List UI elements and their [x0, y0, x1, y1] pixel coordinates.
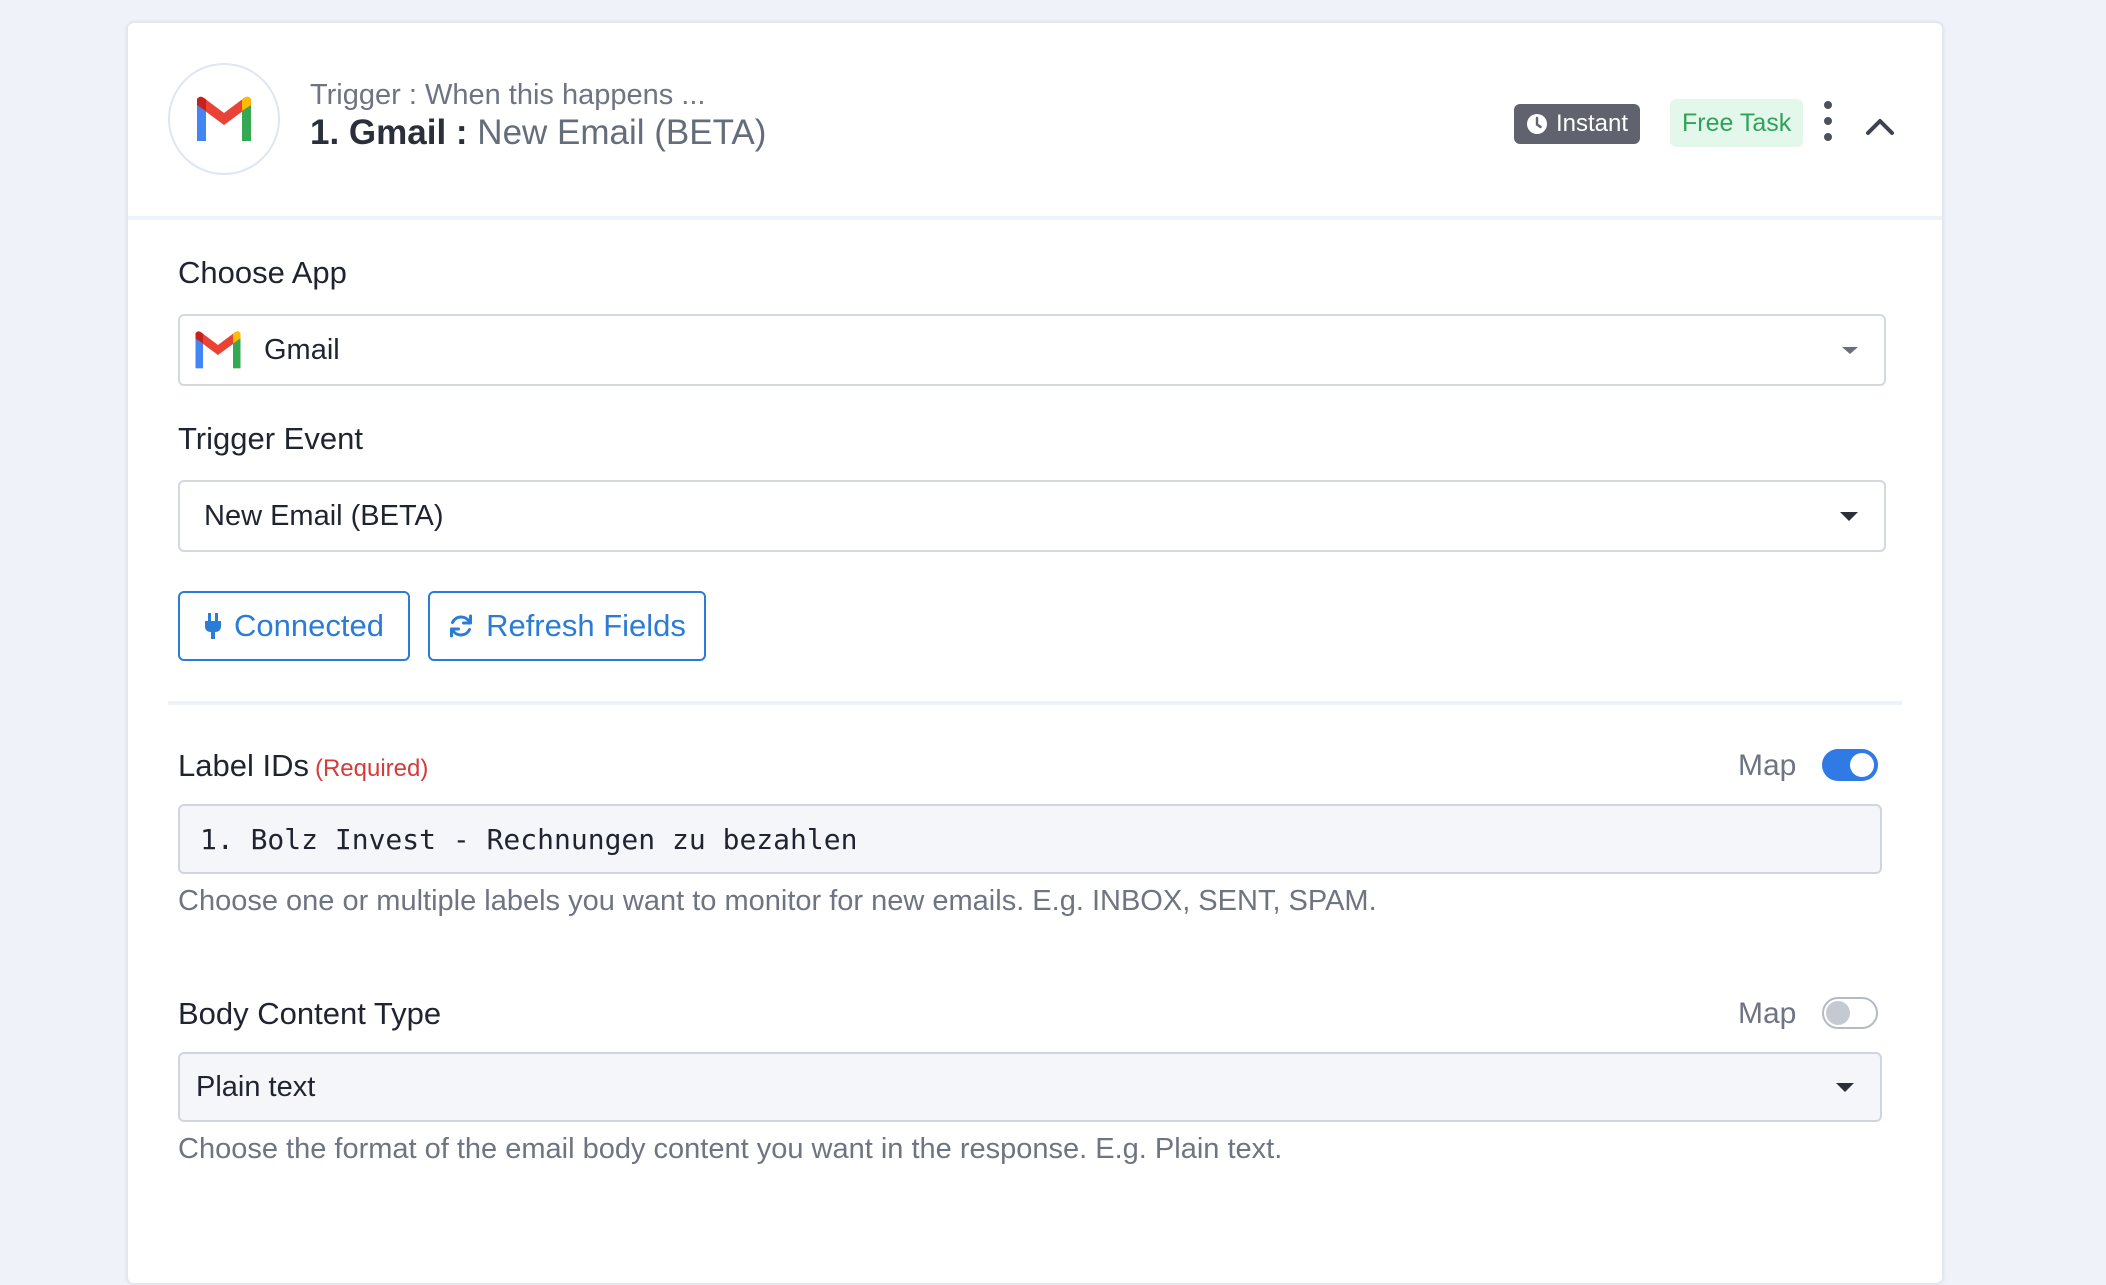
- choose-app-select[interactable]: Gmail: [178, 314, 1886, 386]
- trigger-header[interactable]: Trigger : When this happens ... 1. Gmail…: [128, 23, 1942, 218]
- connected-button-label: Connected: [234, 608, 384, 643]
- chevron-down-icon: [1842, 346, 1858, 354]
- refresh-icon: [450, 614, 473, 638]
- label-ids-label: Label IDs (Required): [178, 748, 428, 784]
- chevron-down-icon: [1836, 1082, 1854, 1092]
- chevron-up-icon[interactable]: [1860, 107, 1900, 147]
- header-divider: [128, 216, 1942, 220]
- more-options-icon[interactable]: [1816, 101, 1840, 141]
- gmail-logo-icon: [195, 331, 241, 369]
- label-ids-map-toggle[interactable]: [1822, 749, 1878, 781]
- trigger-title-app: 1. Gmail :: [310, 113, 468, 152]
- body-content-type-value: Plain text: [196, 1070, 316, 1103]
- instant-badge: Instant: [1514, 104, 1641, 144]
- trigger-event-select[interactable]: New Email (BETA): [178, 480, 1886, 552]
- body-content-type-label: Body Content Type: [178, 996, 442, 1031]
- instant-badge-label: Instant: [1556, 110, 1629, 137]
- choose-app-label: Choose App: [178, 255, 347, 290]
- section-divider: [168, 701, 1902, 705]
- body-content-type-select[interactable]: Plain text: [178, 1052, 1882, 1122]
- clock-icon: [1527, 114, 1547, 134]
- refresh-fields-button[interactable]: Refresh Fields: [428, 591, 706, 661]
- trigger-event-label: Trigger Event: [178, 421, 363, 456]
- plug-icon: [205, 613, 222, 639]
- label-ids-label-text: Label IDs: [178, 748, 309, 783]
- body-content-type-map-toggle[interactable]: [1822, 997, 1878, 1029]
- trigger-event-value: New Email (BETA): [204, 499, 444, 532]
- trigger-eyebrow: Trigger : When this happens ...: [310, 79, 706, 111]
- free-task-badge: Free Task: [1670, 99, 1804, 147]
- label-ids-help-text: Choose one or multiple labels you want t…: [178, 885, 1377, 917]
- body-content-type-map-label: Map: [1738, 997, 1797, 1030]
- trigger-step-card: Trigger : When this happens ... 1. Gmail…: [126, 21, 1944, 1285]
- trigger-title: 1. Gmail : New Email (BETA): [310, 113, 766, 153]
- label-ids-map-label: Map: [1738, 749, 1797, 782]
- label-ids-input[interactable]: 1. Bolz Invest - Rechnungen zu bezahlen: [178, 804, 1882, 874]
- chevron-down-icon: [1840, 511, 1858, 521]
- connected-button[interactable]: Connected: [178, 591, 410, 661]
- trigger-title-event: New Email (BETA): [477, 113, 767, 152]
- choose-app-value: Gmail: [264, 333, 340, 366]
- gmail-logo-icon: [168, 63, 280, 175]
- refresh-fields-button-label: Refresh Fields: [486, 608, 686, 643]
- body-content-type-help-text: Choose the format of the email body cont…: [178, 1133, 1283, 1165]
- required-indicator: (Required): [314, 755, 429, 782]
